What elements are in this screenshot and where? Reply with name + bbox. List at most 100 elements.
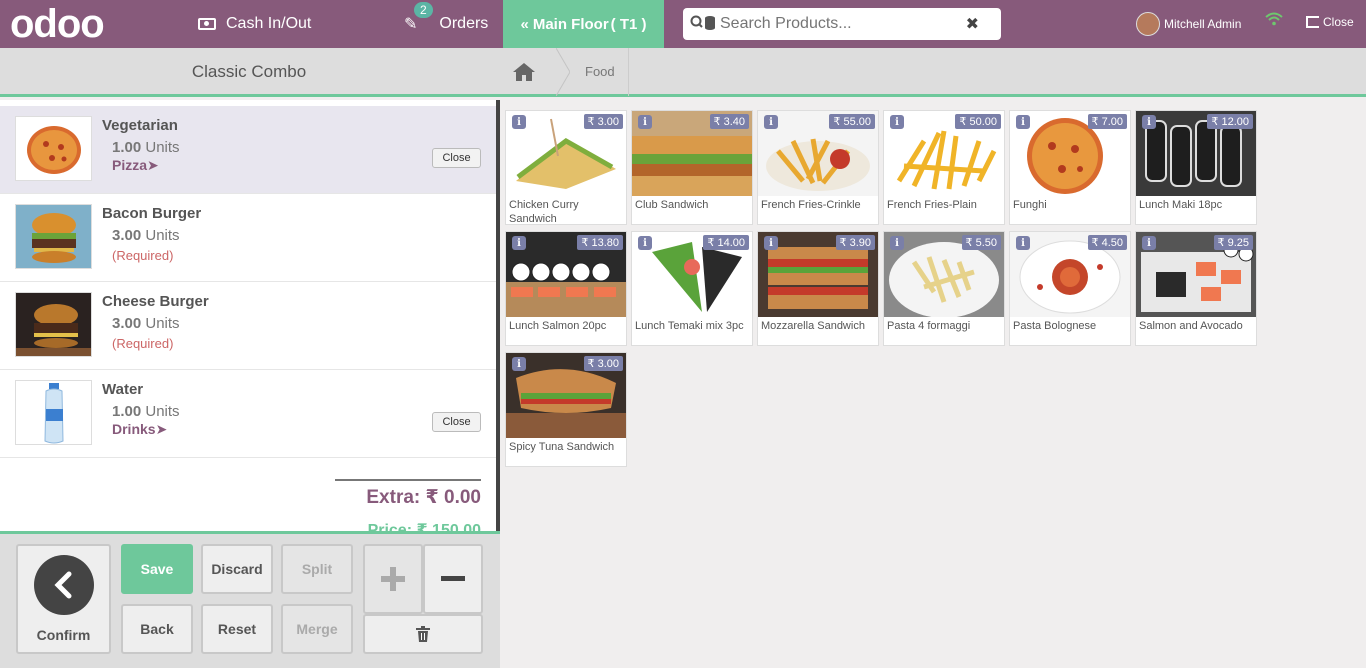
product-card[interactable]: i ₹ 5.50 Pasta 4 formaggi bbox=[883, 231, 1005, 346]
combo-line[interactable]: Bacon Burger 3.00 Units (Required) bbox=[0, 194, 496, 282]
product-name: Lunch Maki 18pc bbox=[1139, 199, 1223, 211]
breadcrumb-separator bbox=[555, 47, 571, 97]
close-session-label: Close bbox=[1323, 15, 1354, 29]
extra-total: Extra: ₹ 0.00 bbox=[366, 487, 481, 508]
info-icon[interactable]: i bbox=[890, 115, 904, 129]
save-button[interactable]: Save bbox=[121, 544, 193, 594]
info-icon[interactable]: i bbox=[512, 357, 526, 371]
cash-in-out-button[interactable]: Cash In/Out bbox=[198, 0, 311, 48]
product-card[interactable]: i ₹ 55.00 French Fries-Crinkle bbox=[757, 110, 879, 225]
product-price: ₹ 3.00 bbox=[583, 114, 623, 129]
product-card[interactable]: i ₹ 3.00 Spicy Tuna Sandwich bbox=[505, 352, 627, 467]
info-icon[interactable]: i bbox=[764, 115, 778, 129]
merge-button[interactable]: Merge bbox=[281, 604, 353, 654]
user-profile[interactable]: Mitchell Admin bbox=[1136, 12, 1241, 36]
product-name: Club Sandwich bbox=[635, 199, 709, 211]
location-arrow-icon: ➤ bbox=[147, 157, 159, 173]
product-price: ₹ 3.00 bbox=[583, 356, 623, 371]
wifi-icon bbox=[1265, 12, 1283, 30]
info-icon[interactable]: i bbox=[1016, 236, 1030, 250]
product-price: ₹ 3.40 bbox=[709, 114, 749, 129]
product-name: Funghi bbox=[1013, 199, 1047, 211]
back-button[interactable]: Back bbox=[121, 604, 193, 654]
avatar bbox=[1136, 12, 1160, 36]
product-name: Spicy Tuna Sandwich bbox=[509, 441, 615, 453]
combo-title: Classic Combo bbox=[191, 62, 307, 81]
price-total: Price: ₹ 150.00 bbox=[367, 522, 481, 531]
combo-line[interactable]: Water 1.00 Units Drinks➤ Close bbox=[0, 370, 496, 458]
product-grid: i ₹ 3.00 Chicken Curry Sandwich i ₹ 3.40… bbox=[500, 100, 1366, 668]
product-price: ₹ 9.25 bbox=[1213, 235, 1253, 250]
line-quantity: 3.00 Units bbox=[112, 227, 180, 244]
product-name: Chicken Curry Sandwich bbox=[509, 199, 579, 225]
location-arrow-icon: ➤ bbox=[155, 421, 168, 437]
combo-line[interactable]: Vegetarian 1.00 Units Pizza➤ Close bbox=[0, 106, 496, 194]
clear-search-icon[interactable]: ✖ bbox=[966, 14, 979, 34]
search-bar: ✖ bbox=[683, 8, 1001, 40]
product-name: Pasta 4 formaggi bbox=[887, 320, 971, 332]
line-required-note: (Required) bbox=[112, 336, 174, 351]
product-name: Lunch Salmon 20pc bbox=[509, 320, 607, 332]
home-icon[interactable] bbox=[512, 62, 536, 82]
info-icon[interactable]: i bbox=[638, 115, 652, 129]
search-icon bbox=[690, 15, 716, 34]
product-card[interactable]: i ₹ 3.00 Chicken Curry Sandwich bbox=[505, 110, 627, 225]
close-button[interactable]: Close bbox=[432, 148, 481, 168]
combo-line[interactable]: Cheese Burger 3.00 Units (Required) bbox=[0, 282, 496, 370]
cash-in-out-label: Cash In/Out bbox=[226, 15, 312, 32]
product-card[interactable]: i ₹ 3.90 Mozzarella Sandwich bbox=[757, 231, 879, 346]
sub-bar: Classic Combo Food bbox=[0, 47, 1366, 97]
info-icon[interactable]: i bbox=[764, 236, 778, 250]
summary-divider bbox=[335, 479, 481, 481]
chevron-left-icon bbox=[33, 555, 94, 615]
top-bar: odoo Cash In/Out ✎ 2 Orders « Main Floor … bbox=[0, 0, 1366, 48]
info-icon[interactable]: i bbox=[890, 236, 904, 250]
product-price: ₹ 5.50 bbox=[961, 235, 1001, 250]
confirm-button[interactable]: Confirm bbox=[16, 544, 111, 654]
info-icon[interactable]: i bbox=[1142, 115, 1156, 129]
floor-label: Main Floor bbox=[532, 15, 609, 33]
close-session-button[interactable]: Close bbox=[1306, 15, 1354, 29]
table-label: ( T1 ) bbox=[610, 15, 647, 33]
main-floor-button[interactable]: « Main Floor ( T1 ) bbox=[503, 0, 664, 48]
product-name: Salmon and Avocado bbox=[1139, 320, 1243, 332]
line-category: Drinks➤ bbox=[112, 421, 168, 437]
search-input[interactable] bbox=[720, 15, 955, 33]
line-name: Bacon Burger bbox=[102, 205, 202, 222]
orders-label: Orders bbox=[439, 15, 489, 32]
info-icon[interactable]: i bbox=[638, 236, 652, 250]
product-name: Pasta Bolognese bbox=[1013, 320, 1097, 332]
line-name: Vegetarian bbox=[102, 117, 178, 134]
product-card[interactable]: i ₹ 13.80 Lunch Salmon 20pc bbox=[505, 231, 627, 346]
product-price: ₹ 4.50 bbox=[1087, 235, 1127, 250]
trash-icon bbox=[416, 626, 430, 642]
product-name: Lunch Temaki mix 3pc bbox=[635, 320, 744, 332]
product-card[interactable]: i ₹ 50.00 French Fries-Plain bbox=[883, 110, 1005, 225]
product-name: French Fries-Crinkle bbox=[761, 199, 861, 211]
water-bottle-thumbnail bbox=[15, 380, 92, 445]
info-icon[interactable]: i bbox=[512, 236, 526, 250]
info-icon[interactable]: i bbox=[512, 115, 526, 129]
product-card[interactable]: i ₹ 9.25 Salmon and Avocado bbox=[1135, 231, 1257, 346]
product-name: Mozzarella Sandwich bbox=[761, 320, 865, 332]
info-icon[interactable]: i bbox=[1016, 115, 1030, 129]
minus-button[interactable] bbox=[423, 544, 483, 614]
line-name: Water bbox=[102, 381, 144, 398]
orders-button[interactable]: ✎ 2 Orders bbox=[404, 0, 488, 48]
money-icon bbox=[198, 18, 216, 30]
delete-button[interactable] bbox=[363, 614, 483, 654]
line-quantity: 1.00 Units bbox=[112, 139, 180, 156]
product-card[interactable]: i ₹ 3.40 Club Sandwich bbox=[631, 110, 753, 225]
reset-button[interactable]: Reset bbox=[201, 604, 273, 654]
product-card[interactable]: i ₹ 7.00 Funghi bbox=[1009, 110, 1131, 225]
info-icon[interactable]: i bbox=[1142, 236, 1156, 250]
minus-icon bbox=[441, 576, 465, 581]
product-card[interactable]: i ₹ 4.50 Pasta Bolognese bbox=[1009, 231, 1131, 346]
product-card[interactable]: i ₹ 12.00 Lunch Maki 18pc bbox=[1135, 110, 1257, 225]
breadcrumb-food[interactable]: Food bbox=[585, 64, 615, 79]
product-card[interactable]: i ₹ 14.00 Lunch Temaki mix 3pc bbox=[631, 231, 753, 346]
close-button[interactable]: Close bbox=[432, 412, 481, 432]
split-button[interactable]: Split bbox=[281, 544, 353, 594]
discard-button[interactable]: Discard bbox=[201, 544, 273, 594]
plus-button[interactable] bbox=[363, 544, 423, 614]
